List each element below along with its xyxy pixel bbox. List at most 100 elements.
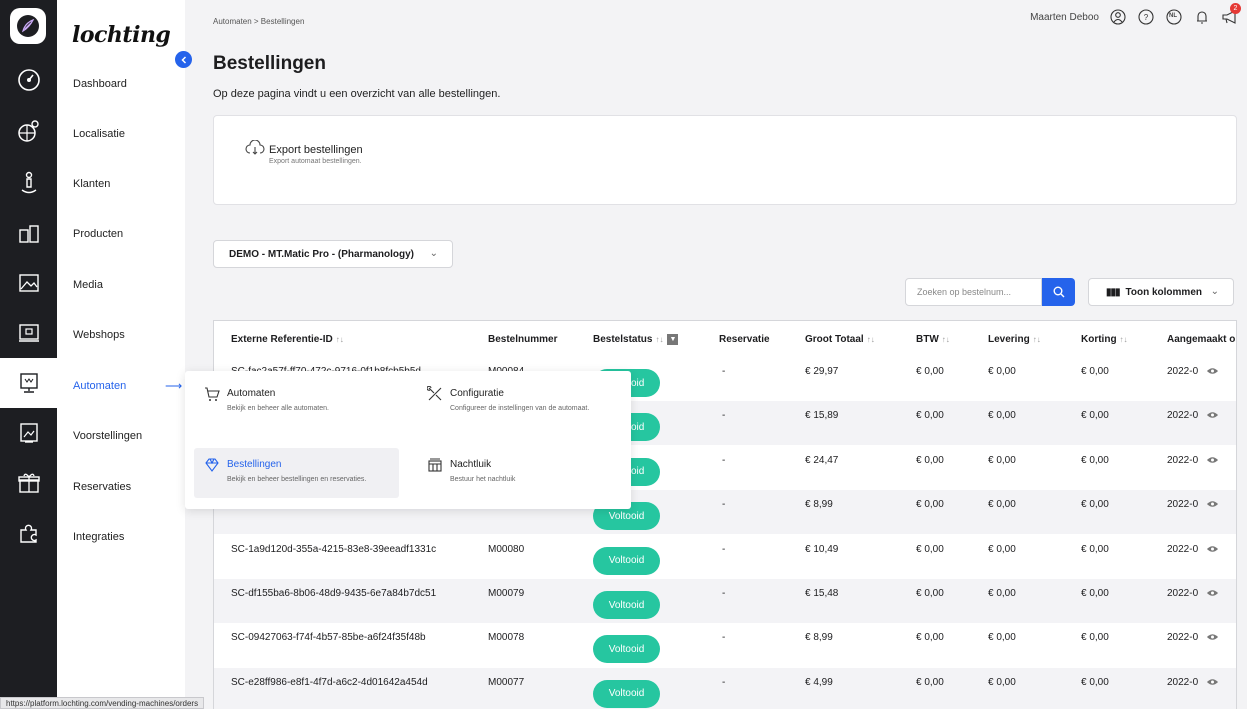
col-header-btw[interactable]: BTW ↑↓ xyxy=(916,334,950,345)
cell-nr: M00077 xyxy=(488,676,525,688)
sort-icon[interactable]: ↑↓ xyxy=(1120,335,1128,344)
sort-icon[interactable]: ↑↓ xyxy=(1033,335,1041,344)
user-name[interactable]: Maarten Deboo xyxy=(1030,12,1099,23)
sidebar-item-dashboard[interactable]: Dashboard xyxy=(73,78,127,90)
submenu-item-bestellingen[interactable]: Bestellingen Bekijk en beheer bestelling… xyxy=(194,448,399,498)
cell-total: € 15,48 xyxy=(805,588,839,599)
sort-icon[interactable]: ↑↓ xyxy=(867,335,875,344)
status-badge: Voltooid xyxy=(593,591,660,619)
dashboard-icon[interactable] xyxy=(0,55,57,105)
filter-icon[interactable]: ▼ xyxy=(667,334,679,345)
store-icon xyxy=(428,458,442,472)
col-header-levering[interactable]: Levering ↑↓ xyxy=(988,334,1041,345)
cell-res: - xyxy=(722,499,726,511)
chevron-down-icon: ⌄ xyxy=(429,248,438,259)
webshop-icon[interactable] xyxy=(0,308,57,358)
cell-res: - xyxy=(722,588,726,599)
cell-lev: € 0,00 xyxy=(988,366,1016,377)
col-header-status[interactable]: Bestelstatus ↑↓ ▼ xyxy=(593,334,679,345)
language-switch[interactable]: NL xyxy=(1165,8,1183,26)
columns-icon: ▮▮▮ xyxy=(1106,286,1120,298)
user-icon[interactable] xyxy=(1109,8,1127,26)
icon-rail xyxy=(0,0,57,709)
customer-icon[interactable] xyxy=(0,158,57,208)
submenu-item-configuratie[interactable]: Configuratie Configureer de instellingen… xyxy=(417,377,622,427)
language-label: NL xyxy=(1169,13,1177,19)
table-row[interactable]: SC-e28ff986-e8f1-4f7d-a6c2-4d01642a454d M… xyxy=(214,667,1236,709)
presentation-icon[interactable] xyxy=(0,408,57,458)
sidebar-item-media[interactable]: Media xyxy=(73,279,103,291)
sidebar-item-localisatie[interactable]: Localisatie xyxy=(73,128,125,140)
sidebar-item-integraties[interactable]: Integraties xyxy=(73,531,124,543)
view-order-icon[interactable] xyxy=(1206,411,1219,419)
table-row[interactable]: SC-09427063-f74f-4b57-85be-a6f24f35f48b M… xyxy=(214,623,1236,667)
cell-btw: € 0,00 xyxy=(916,366,944,377)
arrow-right-icon: ⟶ xyxy=(165,379,183,393)
status-badge: Voltooid xyxy=(593,635,660,664)
sidebar-item-voorstellingen[interactable]: Voorstellingen xyxy=(73,430,142,442)
export-orders-link[interactable]: Export bestellingen xyxy=(269,144,363,156)
sort-icon[interactable]: ↑↓ xyxy=(336,335,344,344)
cell-res: - xyxy=(722,454,726,466)
show-columns-button[interactable]: ▮▮▮ Toon kolommen ⌄ xyxy=(1088,278,1234,306)
view-order-icon[interactable] xyxy=(1206,545,1219,553)
submenu-item-automaten[interactable]: Automaten Bekijk en beheer alle automate… xyxy=(194,377,399,427)
table-row[interactable]: SC-1a9d120d-355a-4215-83e8-39eeadf1331c M… xyxy=(214,535,1236,579)
puzzle-icon[interactable] xyxy=(0,508,57,558)
automaten-submenu: Automaten Bekijk en beheer alle automate… xyxy=(185,371,631,509)
col-header-aangemaakt[interactable]: Aangemaakt o xyxy=(1167,334,1235,345)
cell-date: 2022-0 xyxy=(1167,676,1199,688)
sidebar-item-webshops[interactable]: Webshops xyxy=(73,329,125,341)
table-row[interactable]: SC-df155ba6-8b06-48d9-9435-6e7a84b7dc51 M… xyxy=(214,579,1236,623)
cell-total: € 10,49 xyxy=(805,543,839,555)
cell-lev: € 0,00 xyxy=(988,632,1016,644)
cell-total: € 8,99 xyxy=(805,632,833,644)
globe-icon[interactable] xyxy=(0,106,57,156)
view-order-icon[interactable] xyxy=(1206,500,1219,508)
col-header-ref[interactable]: Externe Referentie-ID ↑↓ xyxy=(231,334,344,345)
cell-kor: € 0,00 xyxy=(1081,454,1109,466)
submenu-item-nachtluik[interactable]: Nachtluik Bestuur het nachtluik xyxy=(417,448,622,498)
brand-logo: lochting xyxy=(72,22,171,48)
col-header-korting[interactable]: Korting ↑↓ xyxy=(1081,334,1128,345)
view-order-icon[interactable] xyxy=(1206,678,1219,686)
megaphone-icon[interactable]: 2 xyxy=(1221,3,1241,26)
sort-icon[interactable]: ↑↓ xyxy=(942,335,950,344)
cell-total: € 4,99 xyxy=(805,676,833,688)
view-order-icon[interactable] xyxy=(1206,589,1219,597)
sidebar-item-producten[interactable]: Producten xyxy=(73,228,123,240)
cell-date: 2022-0 xyxy=(1167,410,1199,422)
app-logo-icon[interactable] xyxy=(10,8,46,44)
search-input[interactable]: Zoeken op bestelnum... xyxy=(905,278,1042,306)
bell-icon[interactable] xyxy=(1193,8,1211,26)
sidebar-item-klanten[interactable]: Klanten xyxy=(73,178,110,190)
cell-date: 2022-0 xyxy=(1167,499,1199,511)
cell-kor: € 0,00 xyxy=(1081,499,1109,511)
view-order-icon[interactable] xyxy=(1206,367,1219,375)
cell-date: 2022-0 xyxy=(1167,543,1199,555)
cell-res: - xyxy=(722,366,726,377)
cell-res: - xyxy=(722,632,726,644)
products-icon[interactable] xyxy=(0,208,57,258)
cloud-download-icon[interactable] xyxy=(245,140,265,156)
breadcrumb[interactable]: Automaten > Bestellingen xyxy=(213,17,304,26)
view-order-icon[interactable] xyxy=(1206,633,1219,641)
cell-kor: € 0,00 xyxy=(1081,543,1109,555)
view-order-icon[interactable] xyxy=(1206,456,1219,464)
help-icon[interactable]: ? xyxy=(1137,8,1155,26)
image-icon[interactable] xyxy=(0,258,57,308)
sort-icon[interactable]: ↑↓ xyxy=(655,335,663,344)
sidebar-item-reservaties[interactable]: Reservaties xyxy=(73,481,131,493)
machine-select[interactable]: DEMO - MT.Matic Pro - (Pharmanology) ⌄ xyxy=(213,240,453,268)
sidebar-item-automaten[interactable]: Automaten xyxy=(73,380,126,392)
vending-machine-icon[interactable] xyxy=(0,358,57,408)
page-subtitle: Op deze pagina vindt u een overzicht van… xyxy=(213,88,501,100)
show-columns-label: Toon kolommen xyxy=(1125,286,1202,298)
col-header-bestelnummer[interactable]: Bestelnummer xyxy=(488,334,557,345)
search-button[interactable] xyxy=(1042,278,1075,306)
gift-icon[interactable] xyxy=(0,458,57,508)
col-header-totaal[interactable]: Groot Totaal ↑↓ xyxy=(805,334,875,345)
cell-nr: M00079 xyxy=(488,588,525,599)
col-header-reservatie[interactable]: Reservatie xyxy=(719,334,770,345)
cell-lev: € 0,00 xyxy=(988,454,1016,466)
